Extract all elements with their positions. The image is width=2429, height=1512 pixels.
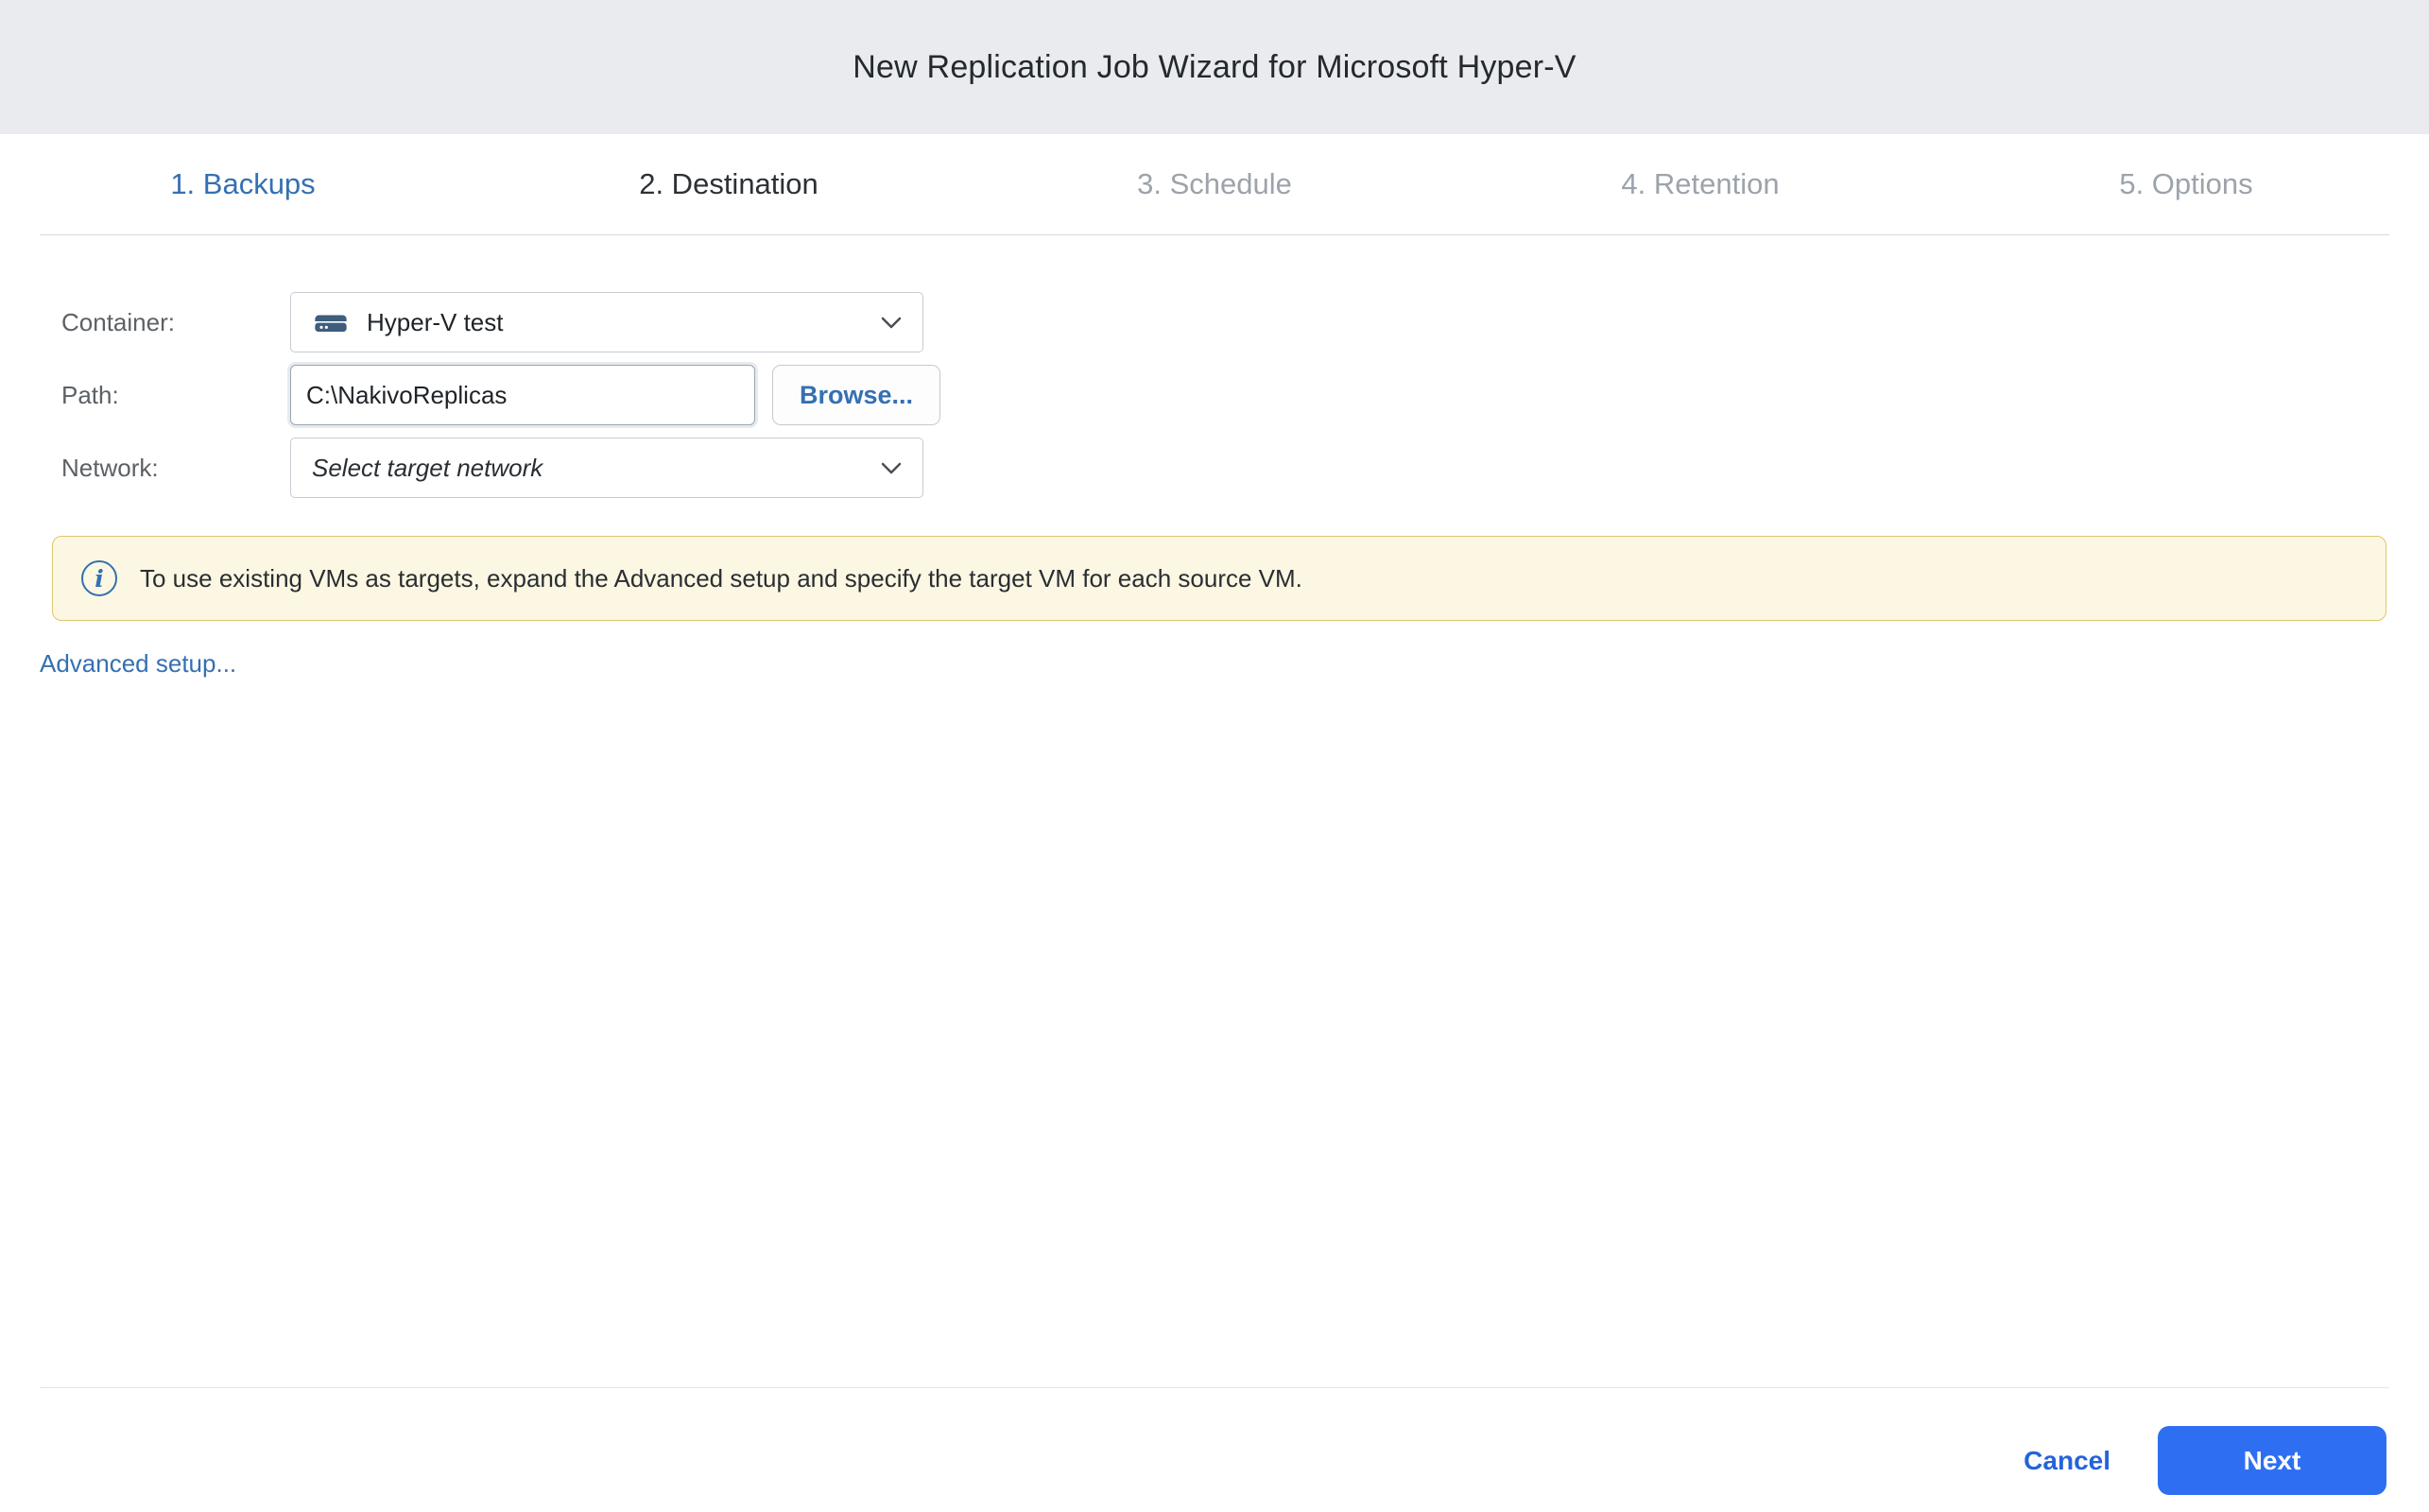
next-button[interactable]: Next <box>2158 1426 2386 1495</box>
destination-form: Container: Hyper-V test <box>40 292 2386 498</box>
info-icon: i <box>81 560 117 596</box>
step-schedule: 3. Schedule <box>972 167 1457 201</box>
info-banner-text: To use existing VMs as targets, expand t… <box>140 564 1302 593</box>
advanced-setup-link[interactable]: Advanced setup... <box>40 649 236 679</box>
chevron-down-icon <box>881 462 902 474</box>
cancel-button[interactable]: Cancel <box>2024 1446 2110 1476</box>
chevron-down-icon <box>881 317 902 329</box>
wizard-steps: 1. Backups 2. Destination 3. Schedule 4.… <box>0 134 2429 234</box>
footer-actions: Cancel Next <box>0 1388 2429 1495</box>
path-row: Path: Browse... <box>61 365 2386 425</box>
network-row: Network: Select target network <box>61 438 2386 498</box>
path-input[interactable] <box>290 365 755 425</box>
wizard-title: New Replication Job Wizard for Microsoft… <box>853 49 1576 86</box>
wizard-footer: Cancel Next <box>0 1387 2429 1495</box>
wizard-dialog: New Replication Job Wizard for Microsoft… <box>0 0 2429 679</box>
browse-button[interactable]: Browse... <box>772 365 940 425</box>
step-options: 5. Options <box>1943 167 2429 201</box>
network-dropdown[interactable]: Select target network <box>290 438 923 498</box>
step-retention: 4. Retention <box>1457 167 1943 201</box>
container-label: Container: <box>61 308 290 337</box>
wizard-header: New Replication Job Wizard for Microsoft… <box>0 0 2429 134</box>
container-row: Container: Hyper-V test <box>61 292 2386 352</box>
step-backups[interactable]: 1. Backups <box>0 167 486 201</box>
path-label: Path: <box>61 381 290 410</box>
container-dropdown[interactable]: Hyper-V test <box>290 292 923 352</box>
network-placeholder: Select target network <box>312 454 864 483</box>
wizard-body: Container: Hyper-V test <box>0 292 2429 679</box>
network-label: Network: <box>61 454 290 483</box>
container-value: Hyper-V test <box>367 308 864 337</box>
step-destination[interactable]: 2. Destination <box>486 167 972 201</box>
steps-divider <box>40 234 2389 235</box>
datastore-icon <box>312 308 350 336</box>
info-banner: i To use existing VMs as targets, expand… <box>52 536 2386 621</box>
